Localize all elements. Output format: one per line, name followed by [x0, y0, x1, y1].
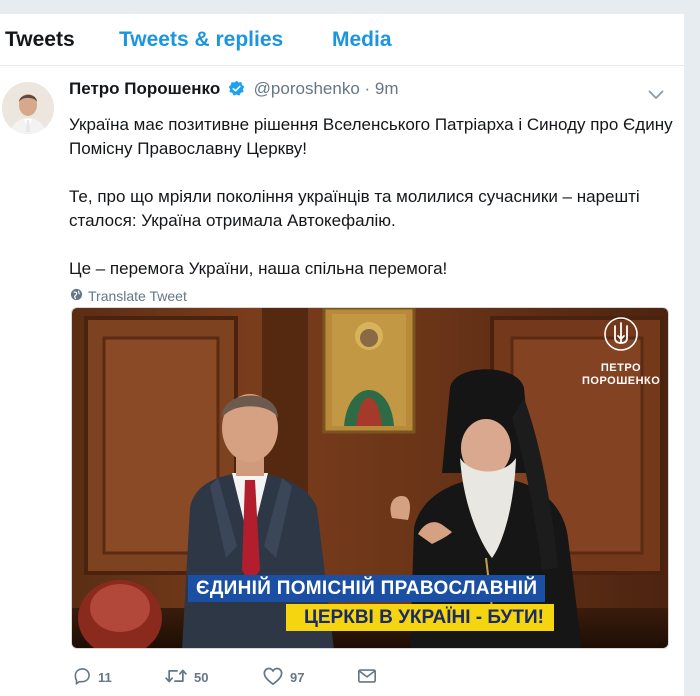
tab-media[interactable]: Media: [332, 28, 392, 52]
timestamp-separator: ·: [359, 79, 375, 98]
translate-tweet-label: Translate Tweet: [88, 288, 187, 304]
heart-icon: [262, 666, 284, 689]
tweet-media-photo[interactable]: ПЕТРО ПОРОШЕНКО ЄДИНІЙ ПОМІСНІЙ ПРАВОСЛА…: [71, 307, 669, 649]
page-background-edge: [684, 0, 700, 696]
tweet-timestamp[interactable]: 9m: [375, 79, 399, 98]
author-name[interactable]: Петро Порошенко: [69, 79, 220, 98]
tab-tweets-and-replies[interactable]: Tweets & replies: [119, 28, 283, 52]
retweet-icon: [164, 666, 188, 689]
brand-line-1: ПЕТРО: [600, 362, 642, 374]
retweet-count: 50: [194, 669, 209, 685]
direct-message-button[interactable]: [357, 667, 377, 688]
chevron-down-icon[interactable]: [648, 87, 664, 105]
verified-badge-icon: [228, 80, 245, 102]
tweet-timeline-card: Tweets Tweets & replies Media Петро Поро…: [0, 14, 684, 696]
tab-tweets[interactable]: Tweets: [5, 28, 75, 52]
retweet-button[interactable]: 50: [164, 666, 208, 689]
profile-tabs: Tweets Tweets & replies Media: [0, 14, 684, 66]
media-banner-line-1: ЄДИНІЙ ПОМІСНІЙ ПРАВОСЛАВНІЙ: [188, 575, 546, 602]
media-brand-mark: ПЕТРО ПОРОШЕНКО: [582, 316, 660, 388]
like-button[interactable]: 97: [262, 666, 304, 689]
tweet-paragraph: Це – перемога України, наша спільна пере…: [69, 259, 448, 278]
media-banner-line-2: ЦЕРКВІ В УКРАЇНІ - БУТИ!: [286, 604, 554, 631]
reply-button[interactable]: 11: [72, 666, 112, 689]
like-count: 97: [290, 669, 305, 685]
author-handle[interactable]: @poroshenko: [254, 79, 360, 98]
trident-logo: [582, 316, 660, 356]
brand-line-2: ПОРОШЕНКО: [582, 375, 661, 387]
translate-tweet-link[interactable]: Translate Tweet: [70, 288, 187, 304]
tweet-header: Петро Порошенко @poroshenko · 9m: [69, 79, 399, 102]
tweet-text: Україна має позитивне рішення Вселенсько…: [69, 113, 674, 305]
reply-icon: [72, 666, 92, 689]
envelope-icon: [357, 667, 377, 688]
globe-icon: [70, 288, 83, 304]
reply-count: 11: [98, 669, 112, 685]
avatar[interactable]: [2, 82, 54, 134]
tweet-paragraph: Україна має позитивне рішення Вселенсько…: [69, 115, 673, 158]
tweet-paragraph: Те, про що мріяли покоління українців та…: [69, 187, 640, 230]
